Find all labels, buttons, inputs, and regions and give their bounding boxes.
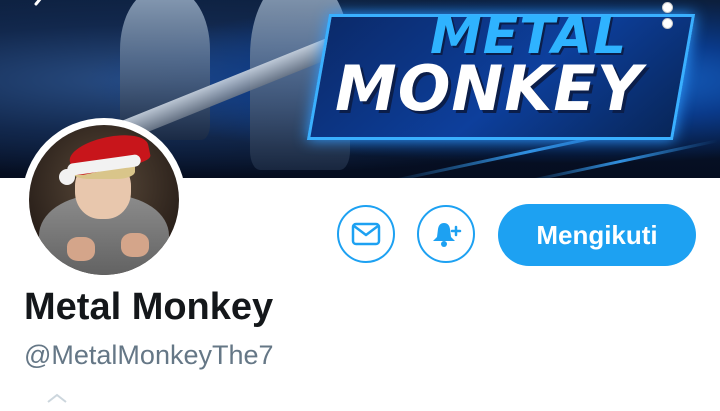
display-name: Metal Monkey [24, 286, 274, 328]
message-button[interactable] [337, 205, 395, 263]
envelope-icon [351, 222, 381, 246]
back-icon[interactable] [30, 0, 52, 20]
bell-plus-icon [433, 223, 462, 247]
chevron-up-icon [46, 392, 68, 406]
notifications-button[interactable] [417, 205, 475, 263]
banner-logo-line2: MONKEY [335, 52, 643, 125]
username-handle: @MetalMonkeyThe7 [24, 340, 274, 370]
avatar[interactable] [29, 125, 179, 275]
following-button[interactable]: Mengikuti [498, 204, 696, 266]
more-vertical-icon[interactable] [662, 2, 674, 38]
